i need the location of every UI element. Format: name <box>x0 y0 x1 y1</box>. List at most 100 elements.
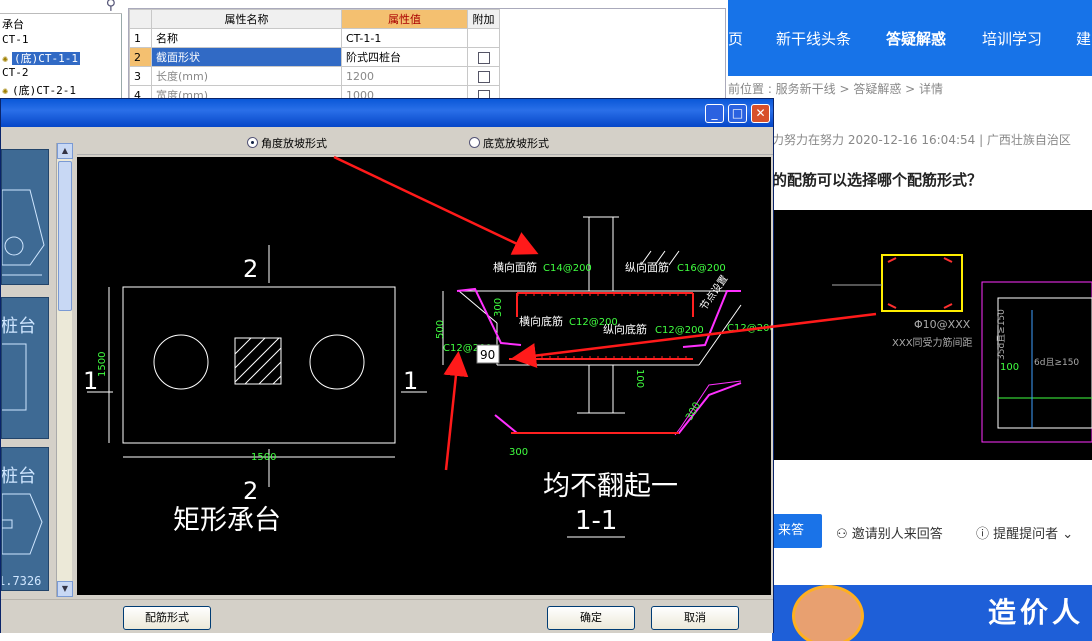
thumbnail-value: 1.7326 <box>1 574 42 588</box>
angle-value: 90 <box>480 348 495 362</box>
close-button[interactable]: ✕ <box>751 104 770 123</box>
remind-button[interactable]: ⓘ 提醒提问者 ⌄ <box>976 523 1073 542</box>
component-tree: ⚲ 承台 CT-1 ✺ (底)CT-1-1 CT-2 ✺ (底)CT-2-1 <box>0 0 122 100</box>
top-nav: 页 新干线头条 答疑解惑 培训学习 建 <box>728 0 1092 76</box>
extra-header: 附加 <box>467 9 500 29</box>
rebar-value: C14@200 <box>543 263 592 274</box>
nav-item[interactable]: 培训学习 <box>982 28 1042 49</box>
table-row[interactable]: 3 长度(mm) 1200 <box>129 66 500 86</box>
web-page: 页 新干线头条 答疑解惑 培训学习 建 前位置 : 服务新干线 > 答疑解惑 >… <box>728 0 1092 641</box>
plan-view: 2 2 1 1 1500 1500 矩形承台 <box>83 245 427 536</box>
scroll-down-icon[interactable]: ▼ <box>57 581 73 597</box>
section-title: 均不翻起一 <box>543 471 678 502</box>
pile-cap-drawing: 2 2 1 1 1500 1500 矩形承台 横向面筋 C14@200 纵向面筋… <box>83 216 776 538</box>
section-view: 横向面筋 C14@200 纵向面筋 C16@200 横向底筋 C12@200 纵… <box>435 216 776 538</box>
cad-label: 100 <box>1000 362 1019 373</box>
dimension-text: 300 <box>493 298 504 317</box>
thumbnail-scrollbar[interactable]: ▲ ▼ <box>56 143 73 597</box>
tree-item[interactable]: 承台 <box>2 16 24 32</box>
info-icon: ⓘ <box>976 527 994 542</box>
radio-dot[interactable] <box>247 137 258 148</box>
rebar-form-button[interactable]: 配筋形式 <box>123 606 211 630</box>
extra-checkbox[interactable] <box>477 70 490 83</box>
cad-label: Φ10@XXX <box>914 318 971 331</box>
property-value[interactable]: CT-1-1 <box>341 28 468 48</box>
thumbnail-drawing <box>2 189 45 276</box>
dialog-titlebar[interactable]: _ □ ✕ <box>1 99 773 127</box>
gear-icon: ✺ <box>2 86 9 97</box>
ok-button[interactable]: 确定 <box>547 606 635 630</box>
index-header <box>129 9 152 29</box>
property-table: 属性名称 属性值 附加 1 名称 CT-1-1 2 截面形状 阶式四桩台 3 长… <box>128 8 726 105</box>
nav-item[interactable]: 新干线头条 <box>776 28 851 49</box>
question-title: 的配筋可以选择哪个配筋形式？ <box>772 171 983 189</box>
property-value[interactable]: 1200 <box>341 66 468 86</box>
minimize-button[interactable]: _ <box>705 104 724 123</box>
rebar-value: C16@200 <box>677 263 726 274</box>
section-mark: 2 <box>243 255 258 283</box>
thumbnail-drawing <box>2 343 27 411</box>
tree-item[interactable]: CT-1 <box>2 33 29 46</box>
maximize-button[interactable]: □ <box>728 104 747 123</box>
dialog-footer: 配筋形式 确定 取消 <box>1 599 773 633</box>
question-meta: 力努力在努力 2020-12-16 16:04:54 | 广西壮族自治区 <box>772 133 1071 147</box>
property-value[interactable]: 阶式四桩台 <box>341 47 468 67</box>
tree-item-selected[interactable]: ✺ (底)CT-1-1 <box>2 50 81 66</box>
tree-search-box[interactable]: ⚲ <box>0 0 122 14</box>
tree-item[interactable]: CT-2 <box>2 66 29 79</box>
dimension-text: 100 <box>634 369 645 388</box>
gear-icon: ✺ <box>2 54 9 65</box>
shape-thumbnail[interactable] <box>1 149 49 285</box>
tree-item[interactable]: ✺ (底)CT-2-1 <box>2 82 76 98</box>
user-icon: ⚇ <box>836 527 852 542</box>
ad-banner[interactable]: 造价人 <box>772 585 1092 641</box>
table-row[interactable]: 1 名称 CT-1-1 <box>129 28 500 48</box>
radio-bottom-width-slope[interactable]: 底宽放坡形式 <box>469 135 549 151</box>
extra-checkbox[interactable] <box>477 51 490 64</box>
rebar-label: 横向面筋 <box>493 260 537 274</box>
plan-title: 矩形承台 <box>173 505 281 536</box>
rebar-label: 横向底筋 <box>519 314 563 328</box>
thumbnail-drawing <box>2 493 43 555</box>
rebar-value: C12@200 <box>655 325 704 336</box>
radio-angle-slope[interactable]: 角度放坡形式 <box>247 135 327 151</box>
rebar-label: 纵向底筋 <box>603 322 647 336</box>
section-mark: 2 <box>243 477 258 505</box>
dimension-text: 500 <box>435 320 446 339</box>
dimension-text: 1500 <box>251 452 276 463</box>
shape-thumbnail[interactable]: 桩台 <box>1 297 49 439</box>
banner-text: 造价人 <box>988 596 1085 629</box>
shape-thumbnail[interactable]: 桩台 1.7326 <box>1 447 49 591</box>
nav-item[interactable]: 建 <box>1076 28 1091 49</box>
cad-detail-drawing: Φ10@XXX XXX同受力筋间距 100 35d且≥150 6d且≥150 <box>832 254 1092 443</box>
scroll-thumb[interactable] <box>58 161 72 311</box>
dimension-text: 1500 <box>97 352 108 377</box>
section-mark: 1 <box>403 367 418 395</box>
section-number: 1-1 <box>575 506 617 536</box>
avatar <box>792 585 864 641</box>
question-image[interactable]: Φ10@XXX XXX同受力筋间距 100 35d且≥150 6d且≥150 <box>772 210 1092 460</box>
chevron-down-icon: ⌄ <box>1058 527 1074 542</box>
dimension-text: 300 <box>684 400 703 422</box>
shape-thumbnail-list: 桩台 桩台 1.7326 ▲ ▼ <box>1 143 74 597</box>
property-name-header: 属性名称 <box>151 9 342 29</box>
property-value-header: 属性值 <box>341 9 468 29</box>
table-row-selected[interactable]: 2 截面形状 阶式四桩台 <box>129 47 500 67</box>
rebar-form-dialog: _ □ ✕ 桩台 桩台 1.7326 ▲ ▼ 角度放坡形式 底宽放坡形式 2 2… <box>0 98 776 633</box>
cad-drawing-canvas[interactable]: 2 2 1 1 1500 1500 矩形承台 横向面筋 C14@200 纵向面筋… <box>77 157 776 595</box>
section-mark: 1 <box>83 367 98 395</box>
invite-button[interactable]: ⚇ 邀请别人来回答 <box>836 523 943 542</box>
rebar-value: C12@200 <box>727 323 771 334</box>
cancel-button[interactable]: 取消 <box>651 606 739 630</box>
nav-item[interactable]: 页 <box>728 28 743 49</box>
search-icon[interactable]: ⚲ <box>106 0 116 13</box>
dimension-text: 300 <box>509 447 528 458</box>
cad-label: XXX同受力筋间距 <box>892 336 973 349</box>
cad-label: 6d且≥150 <box>1034 357 1079 368</box>
breadcrumb: 前位置 : 服务新干线 > 答疑解惑 > 详情 <box>728 82 944 96</box>
slope-form-options: 角度放坡形式 底宽放坡形式 <box>77 129 773 155</box>
scroll-up-icon[interactable]: ▲ <box>57 143 73 159</box>
radio-dot[interactable] <box>469 137 480 148</box>
cad-label: 35d且≥150 <box>996 309 1007 360</box>
nav-item-active[interactable]: 答疑解惑 <box>886 28 946 49</box>
